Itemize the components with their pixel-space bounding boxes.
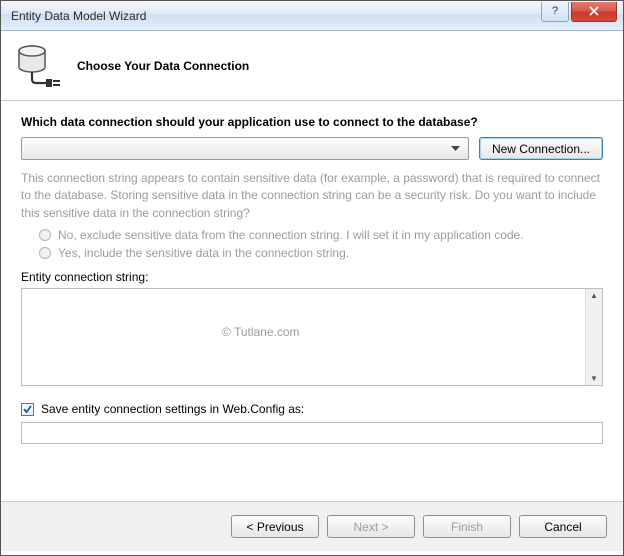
question-icon: ? <box>552 5 558 17</box>
save-settings-row: Save entity connection settings in Web.C… <box>21 402 603 416</box>
titlebar: Entity Data Model Wizard ? <box>1 1 623 31</box>
scroll-up-icon: ▲ <box>590 291 598 300</box>
new-connection-label: New Connection... <box>492 142 590 156</box>
finish-button: Finish <box>423 515 511 538</box>
help-button[interactable]: ? <box>541 2 569 22</box>
save-settings-checkbox[interactable] <box>21 403 34 416</box>
wizard-header: Choose Your Data Connection <box>1 31 623 101</box>
previous-label: < Previous <box>246 520 303 534</box>
check-icon <box>22 404 33 415</box>
radio-icon <box>39 247 51 259</box>
wizard-body: Which data connection should your applic… <box>1 101 623 501</box>
wizard-footer: < Previous Next > Finish Cancel <box>1 501 623 551</box>
save-settings-label: Save entity connection settings in Web.C… <box>41 402 304 416</box>
connection-row: New Connection... <box>21 137 603 160</box>
radio-exclude-label: No, exclude sensitive data from the conn… <box>58 228 524 242</box>
entity-connection-string-box[interactable]: © Tutlane.com ▲ ▼ <box>21 288 603 386</box>
new-connection-button[interactable]: New Connection... <box>479 137 603 160</box>
cancel-label: Cancel <box>544 520 581 534</box>
watermark-text: © Tutlane.com <box>222 325 300 339</box>
connection-dropdown[interactable] <box>21 137 469 160</box>
next-button: Next > <box>327 515 415 538</box>
radio-icon <box>39 229 51 241</box>
save-as-input[interactable] <box>21 422 603 444</box>
next-label: Next > <box>353 520 388 534</box>
radio-include-sensitive: Yes, include the sensitive data in the c… <box>39 246 603 260</box>
finish-label: Finish <box>451 520 483 534</box>
database-connection-icon <box>15 43 63 89</box>
radio-exclude-sensitive: No, exclude sensitive data from the conn… <box>39 228 603 242</box>
header-title: Choose Your Data Connection <box>77 59 249 73</box>
window-title: Entity Data Model Wizard <box>11 9 541 23</box>
radio-include-label: Yes, include the sensitive data in the c… <box>58 246 349 260</box>
scroll-down-icon: ▼ <box>590 374 598 383</box>
entity-string-label: Entity connection string: <box>21 270 603 284</box>
sensitive-data-note: This connection string appears to contai… <box>21 170 603 222</box>
chevron-down-icon <box>448 146 464 152</box>
scrollbar[interactable]: ▲ ▼ <box>585 289 602 385</box>
close-button[interactable] <box>571 2 617 22</box>
close-icon <box>589 6 599 16</box>
connection-prompt: Which data connection should your applic… <box>21 115 603 129</box>
previous-button[interactable]: < Previous <box>231 515 319 538</box>
cancel-button[interactable]: Cancel <box>519 515 607 538</box>
window-controls: ? <box>541 2 623 22</box>
